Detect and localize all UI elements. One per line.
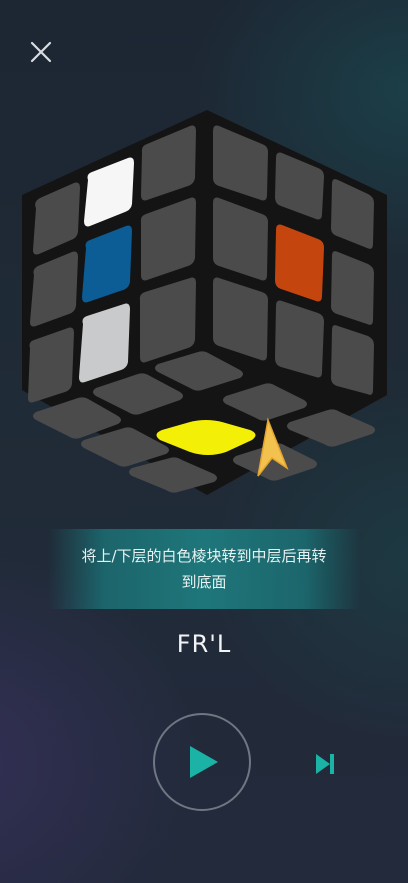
play-icon [190, 746, 218, 778]
rubiks-cube-illustration [22, 110, 387, 495]
close-icon [30, 41, 52, 63]
move-notation: FR'L [176, 630, 232, 658]
instruction-text: 将上/下层的白色棱块转到中层后再转到底面 [81, 547, 327, 591]
skip-next-button[interactable] [312, 750, 338, 778]
skip-next-icon [316, 754, 334, 774]
close-button[interactable] [26, 37, 56, 67]
instruction-banner: 将上/下层的白色棱块转到中层后再转到底面 [48, 529, 360, 609]
cube-3d-view[interactable] [0, 100, 408, 520]
play-button[interactable] [153, 713, 251, 811]
